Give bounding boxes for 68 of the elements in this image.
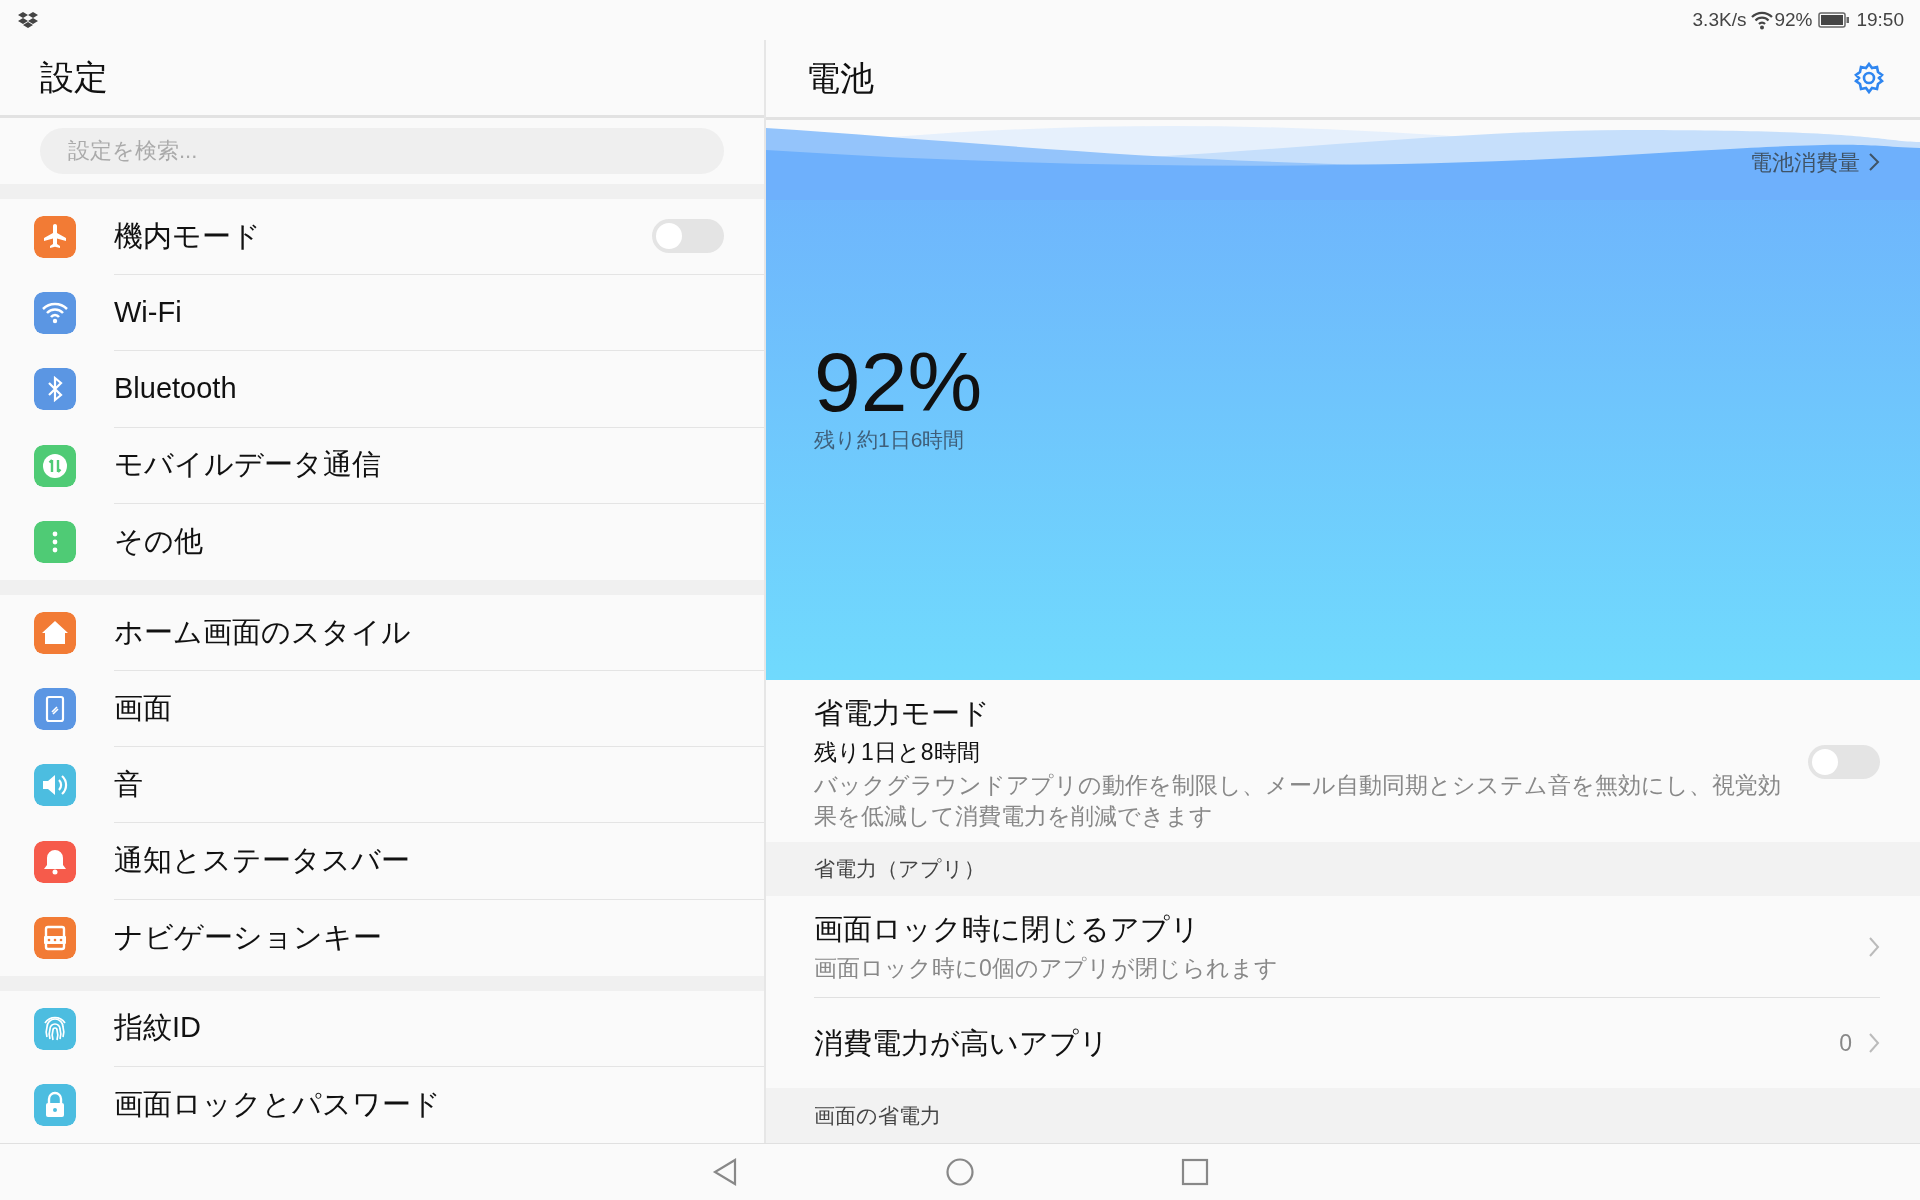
- item-label: その他: [114, 524, 204, 560]
- chevron-icon: [1868, 1032, 1880, 1055]
- wifi-icon: [34, 292, 76, 335]
- settings-item[interactable]: 画面: [0, 670, 764, 748]
- item-label: モバイルデータ通信: [114, 447, 382, 483]
- battery-icon: [1818, 12, 1851, 28]
- speaker-icon: [34, 764, 76, 807]
- settings-item[interactable]: 画面ロックとパスワード: [0, 1066, 764, 1143]
- padlock-icon: [34, 1083, 76, 1126]
- wifi-icon: [1750, 10, 1775, 30]
- clock: 19:50: [1856, 7, 1904, 32]
- section-header: 省電力（アプリ）: [814, 856, 985, 883]
- bell-icon: [34, 840, 76, 883]
- dropbox-icon: [18, 12, 38, 28]
- settings-item[interactable]: Wi-Fi: [0, 275, 764, 352]
- section-header: 画面の省電力: [814, 1102, 941, 1129]
- item-label: Wi-Fi: [114, 294, 183, 330]
- toggle-switch[interactable]: [652, 219, 724, 254]
- tablet-icon: [34, 688, 76, 731]
- item-label: ナビゲーションキー: [114, 920, 383, 955]
- settings-item[interactable]: 通知とステータスバー: [0, 823, 764, 900]
- search-field[interactable]: 設定を検索...: [40, 128, 724, 175]
- keypad-icon: [34, 916, 76, 959]
- item-subtitle: 画面ロック時に0個のアプリが閉じられます: [814, 954, 1279, 984]
- airplane-icon: [34, 215, 76, 258]
- item-title: 消費電力が高いアプリ: [814, 1025, 1110, 1061]
- battery-percent: 92%: [1774, 7, 1813, 32]
- list-item[interactable]: 画面ロック時に閉じるアプリ 画面ロック時に0個のアプリが閉じられます: [766, 896, 1920, 999]
- data-transfer-icon: [34, 444, 76, 487]
- item-label: Bluetooth: [114, 371, 238, 407]
- setting-status: 残り1日と8時間: [814, 738, 981, 767]
- network-speed: 3.3K/s: [1692, 7, 1747, 32]
- list-item[interactable]: 消費電力が高いアプリ 0: [766, 998, 1920, 1089]
- item-label: 機内モード: [114, 218, 262, 254]
- home-icon[interactable]: [945, 1157, 975, 1187]
- time-remaining: 残り約1日6時間: [814, 426, 966, 453]
- item-label: 画面ロックとパスワード: [114, 1087, 442, 1123]
- panel-title: 設定: [40, 57, 108, 99]
- back-icon[interactable]: [711, 1157, 739, 1187]
- item-value: 0: [1839, 1029, 1852, 1059]
- toggle-switch[interactable]: [1808, 744, 1880, 779]
- item-label: 画面: [114, 690, 173, 726]
- settings-item[interactable]: ナビゲーションキー: [0, 899, 764, 976]
- more-dots-icon: [34, 520, 76, 563]
- settings-item[interactable]: Bluetooth: [0, 351, 764, 428]
- fingerprint-icon: [34, 1007, 76, 1050]
- settings-item[interactable]: ホーム画面のスタイル: [0, 594, 764, 671]
- house-icon: [34, 611, 76, 654]
- settings-item[interactable]: 機内モード: [0, 198, 764, 276]
- item-label: ホーム画面のスタイル: [114, 614, 412, 650]
- item-label: 指紋ID: [114, 1010, 202, 1046]
- settings-item[interactable]: 指紋ID: [0, 990, 764, 1067]
- setting-title: 省電力モード: [814, 695, 991, 731]
- bluetooth-icon: [34, 368, 76, 411]
- settings-item[interactable]: 音: [0, 747, 764, 824]
- settings-icon: [1852, 61, 1886, 96]
- battery-percent: 92%: [814, 339, 983, 424]
- chevron-icon: [1868, 152, 1880, 173]
- item-label: 通知とステータスバー: [114, 843, 411, 879]
- recents-icon[interactable]: [1181, 1158, 1209, 1186]
- item-label: 音: [114, 767, 144, 802]
- panel-title: 電池: [806, 57, 875, 99]
- setting-description: バックグラウンドアプリの動作を制限し、メール自動同期とシステム音を無効にし、視覚効果を低減して消費電力を削減できます: [814, 770, 1782, 831]
- settings-item[interactable]: その他: [0, 503, 764, 581]
- usage-link[interactable]: 電池消費量: [1750, 145, 1880, 179]
- settings-item[interactable]: モバイルデータ通信: [0, 427, 764, 504]
- chevron-icon: [1868, 935, 1880, 958]
- item-title: 画面ロック時に閉じるアプリ: [814, 911, 1201, 947]
